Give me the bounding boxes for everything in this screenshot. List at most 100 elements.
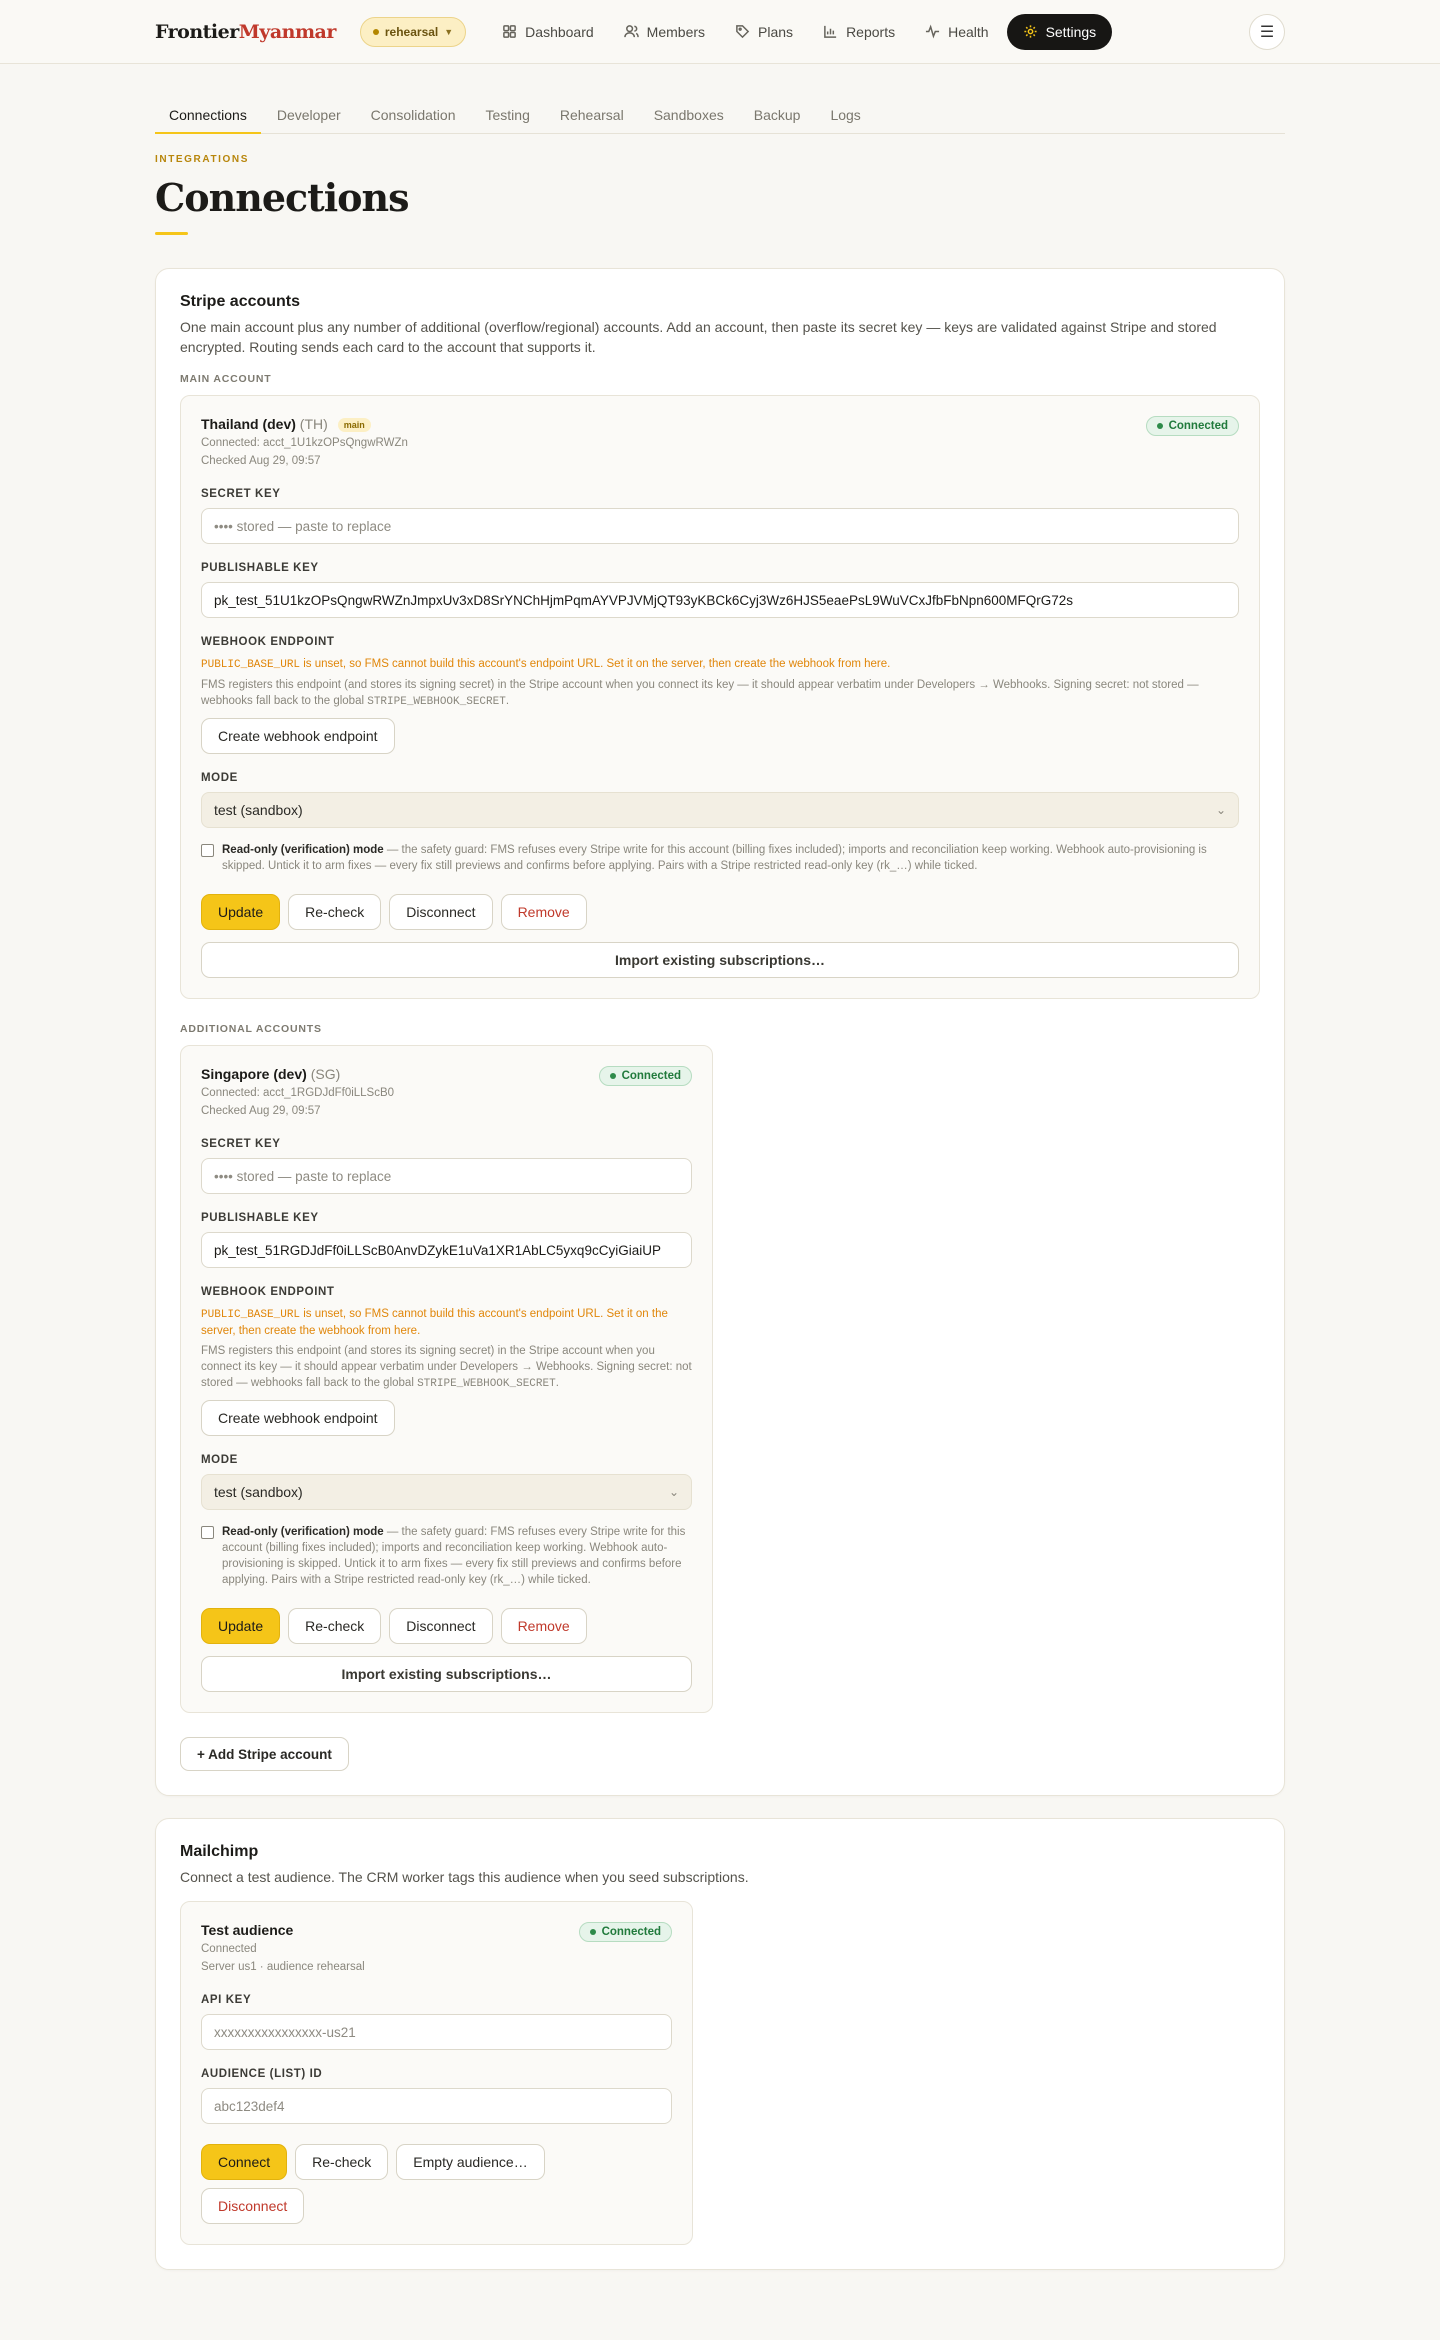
account-connected-id: Connected: acct_1U1kzOPsQngwRWZn (201, 437, 408, 450)
status-dot-icon (609, 1073, 616, 1080)
page-header: INTEGRATIONS Connections (155, 134, 1285, 235)
disconnect-button[interactable]: Disconnect (201, 2188, 305, 2225)
chevron-down-icon: ▼ (444, 26, 454, 37)
webhook-label: WEBHOOK ENDPOINT (201, 1286, 335, 1299)
publishable-key-input[interactable] (201, 582, 1239, 619)
connect-button[interactable]: Connect (201, 2144, 288, 2181)
nav-plans-label: Plans (758, 23, 794, 40)
nav-plans[interactable]: Plans (723, 14, 805, 50)
recheck-button[interactable]: Re-check (295, 2144, 389, 2181)
update-button[interactable]: Update (201, 894, 281, 931)
nav-dashboard-label: Dashboard (525, 23, 594, 40)
nav-health[interactable]: Health (913, 14, 1000, 50)
tab-rehearsal[interactable]: Rehearsal (546, 102, 638, 134)
environment-label: rehearsal (384, 24, 439, 39)
mailchimp-card: Mailchimp Connect a test audience. The C… (155, 1818, 1285, 2271)
main-account-label: MAIN ACCOUNT (180, 373, 272, 385)
account-country: (SG) (310, 1066, 341, 1083)
stripe-card: Stripe accounts One main account plus an… (155, 268, 1285, 1797)
tab-sandboxes[interactable]: Sandboxes (640, 102, 738, 134)
nav-members-label: Members (646, 23, 706, 40)
status-text: Connected (621, 1070, 681, 1083)
audience-name: Test audience (201, 1922, 294, 1939)
status-badge: Connected (1145, 416, 1239, 436)
secret-key-input[interactable] (201, 508, 1239, 545)
nav-reports[interactable]: Reports (811, 14, 907, 50)
brand-logo[interactable]: FrontierMyanmar (155, 21, 336, 43)
menu-button[interactable]: ☰ (1249, 14, 1285, 50)
bar-chart-icon (824, 25, 837, 38)
remove-button[interactable]: Remove (500, 1608, 587, 1645)
tab-consolidation[interactable]: Consolidation (357, 102, 470, 134)
account-connected-id: Connected: acct_1RGDJdFf0iLLScB0 (201, 1087, 395, 1100)
publishable-key-input[interactable] (201, 1232, 692, 1269)
nav-dashboard[interactable]: Dashboard (490, 14, 606, 50)
nav-settings[interactable]: Settings (1006, 13, 1113, 50)
webhook-warning: PUBLIC_BASE_URL is unset, so FMS cannot … (201, 656, 1239, 673)
audience-id-input[interactable] (201, 2088, 672, 2125)
readonly-checkbox[interactable] (201, 844, 214, 858)
import-subscriptions-button[interactable]: Import existing subscriptions… (201, 1656, 692, 1693)
add-stripe-account-button[interactable]: + Add Stripe account (180, 1737, 349, 1772)
warning-code: PUBLIC_BASE_URL (201, 1309, 301, 1322)
recheck-button[interactable]: Re-check (288, 1608, 382, 1645)
page-eyebrow: INTEGRATIONS (155, 154, 250, 165)
page-title: Connections (155, 175, 410, 220)
update-button[interactable]: Update (201, 1608, 281, 1645)
mode-select[interactable]: test (sandbox) ⌄ (201, 792, 1239, 829)
tab-developer[interactable]: Developer (263, 102, 355, 134)
stripe-description: One main account plus any number of addi… (180, 319, 1217, 355)
secret-key-input[interactable] (201, 1158, 692, 1195)
status-dot-icon (1156, 423, 1163, 429)
audience-server-text: Server us1 · audience rehearsal (201, 1961, 365, 1974)
tab-backup[interactable]: Backup (740, 102, 815, 134)
readonly-description: Read-only (verification) mode — the safe… (222, 842, 1239, 874)
warning-text: is unset, so FMS cannot build this accou… (300, 658, 891, 671)
nav-members[interactable]: Members (612, 14, 717, 50)
brand-part-2: Myanmar (238, 20, 337, 43)
webhook-hint: FMS registers this endpoint (and stores … (201, 677, 1239, 710)
readonly-title: Read-only (verification) mode (222, 844, 384, 857)
disconnect-button[interactable]: Disconnect (389, 894, 493, 931)
api-key-input[interactable] (201, 2014, 672, 2051)
audience-id-label: AUDIENCE (LIST) ID (201, 2068, 323, 2081)
webhook-label: WEBHOOK ENDPOINT (201, 636, 335, 649)
account-name-text: Thailand (dev) (201, 416, 296, 432)
readonly-description: Read-only (verification) mode — the safe… (222, 1524, 692, 1588)
mailchimp-actions: Connect Re-check Empty audience… (201, 2144, 672, 2181)
main-nav: Dashboard Members Plans Reports Health S… (490, 13, 1113, 50)
environment-selector[interactable]: rehearsal ▼ (359, 16, 467, 47)
warning-code: PUBLIC_BASE_URL (201, 659, 301, 672)
disconnect-button[interactable]: Disconnect (389, 1608, 493, 1645)
tab-connections[interactable]: Connections (155, 102, 261, 134)
account-checked-time: Checked Aug 29, 09:57 (201, 455, 321, 468)
mode-select[interactable]: test (sandbox) ⌄ (201, 1474, 692, 1511)
readonly-mode-row: Read-only (verification) mode — the safe… (201, 842, 1239, 874)
remove-button[interactable]: Remove (500, 894, 587, 931)
readonly-mode-row: Read-only (verification) mode — the safe… (201, 1524, 692, 1588)
tab-testing[interactable]: Testing (472, 102, 544, 134)
import-subscriptions-button[interactable]: Import existing subscriptions… (201, 942, 1239, 979)
audience-connected-text: Connected (201, 1943, 257, 1956)
nav-settings-label: Settings (1045, 23, 1097, 40)
account-country: (TH) (299, 416, 328, 432)
recheck-button[interactable]: Re-check (288, 894, 382, 931)
hamburger-icon: ☰ (1259, 24, 1275, 41)
chevron-down-icon: ⌄ (1215, 803, 1226, 818)
hint-end: . (555, 1377, 559, 1390)
readonly-title: Read-only (verification) mode (222, 1526, 384, 1539)
create-webhook-button[interactable]: Create webhook endpoint (201, 1400, 395, 1437)
account-name: Thailand (dev) (TH) main (201, 416, 408, 433)
secret-key-label: SECRET KEY (201, 488, 281, 501)
tab-logs[interactable]: Logs (816, 102, 874, 134)
status-badge: Connected (598, 1066, 692, 1087)
empty-audience-button[interactable]: Empty audience… (396, 2144, 545, 2181)
readonly-checkbox[interactable] (201, 1526, 214, 1540)
users-icon (623, 25, 639, 38)
additional-account-panel: Singapore (dev) (SG) Connected: acct_1RG… (180, 1045, 713, 1714)
chevron-down-icon: ⌄ (668, 1485, 679, 1500)
webhook-hint: FMS registers this endpoint (and stores … (201, 1343, 692, 1392)
mode-label: MODE (201, 1454, 238, 1467)
status-text: Connected (601, 1926, 661, 1939)
create-webhook-button[interactable]: Create webhook endpoint (201, 718, 395, 755)
